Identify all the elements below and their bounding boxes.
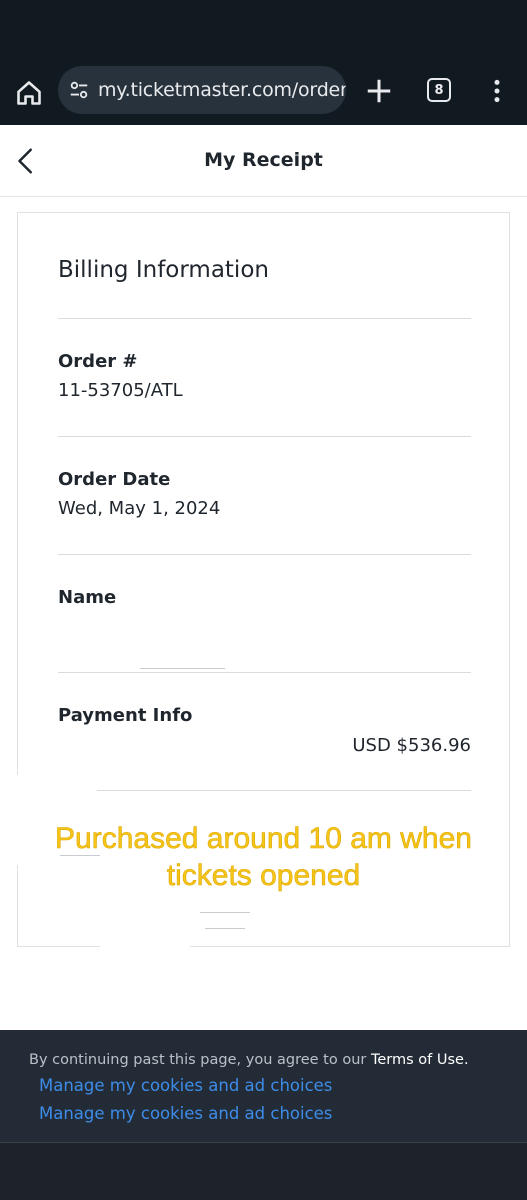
cookie-banner: By continuing past this page, you agree …: [0, 1030, 527, 1142]
payment-label: Payment Info: [58, 705, 193, 726]
divider: [58, 672, 471, 673]
app-header: My Receipt: [0, 125, 527, 197]
order-date-label: Order Date: [58, 469, 171, 490]
divider: [58, 318, 471, 319]
terms-of-use-link[interactable]: Terms of Use.: [371, 1052, 469, 1068]
tab-switcher-button[interactable]: 8: [427, 78, 451, 102]
name-section: Name: [58, 587, 471, 616]
divider: [58, 436, 471, 437]
order-date-section: Order Date Wed, May 1, 2024: [58, 469, 471, 519]
tune-icon[interactable]: [68, 79, 90, 101]
system-navigation-bar: [0, 1142, 527, 1200]
home-button[interactable]: [12, 76, 46, 110]
order-number-section: Order # 11-53705/ATL: [58, 351, 471, 401]
browser-menu-button[interactable]: [484, 76, 510, 106]
billing-heading: Billing Information: [58, 257, 269, 283]
plus-icon: [367, 79, 391, 103]
divider: [58, 790, 471, 791]
manage-cookies-link[interactable]: Manage my cookies and ad choices: [39, 1104, 332, 1123]
cookie-notice: By continuing past this page, you agree …: [29, 1052, 469, 1068]
cookie-notice-text: By continuing past this page, you agree …: [29, 1052, 371, 1068]
redaction-smudge: [140, 668, 225, 669]
order-number-label: Order #: [58, 351, 138, 372]
address-bar[interactable]: my.ticketmaster.com/order/: [58, 66, 346, 114]
payment-amount: USD $536.96: [352, 735, 471, 756]
page-title: My Receipt: [204, 149, 323, 171]
url-text[interactable]: my.ticketmaster.com/order/: [98, 79, 346, 101]
more-vert-icon: [494, 79, 500, 103]
manage-cookies-link[interactable]: Manage my cookies and ad choices: [39, 1076, 332, 1095]
divider: [58, 554, 471, 555]
new-tab-button[interactable]: [364, 76, 394, 106]
redaction-smudge: [205, 928, 245, 929]
home-icon: [17, 81, 41, 105]
browser-toolbar: my.ticketmaster.com/order/ 8: [0, 58, 527, 125]
order-number-value: 11-53705/ATL: [58, 380, 183, 401]
name-label: Name: [58, 587, 117, 608]
status-bar: [0, 0, 527, 58]
order-date-value: Wed, May 1, 2024: [58, 498, 221, 519]
payment-section: Payment Info USD $536.96: [58, 705, 471, 756]
redaction-smudge: [200, 912, 250, 913]
annotation-text: Purchased around 10 am when tickets open…: [55, 822, 473, 893]
